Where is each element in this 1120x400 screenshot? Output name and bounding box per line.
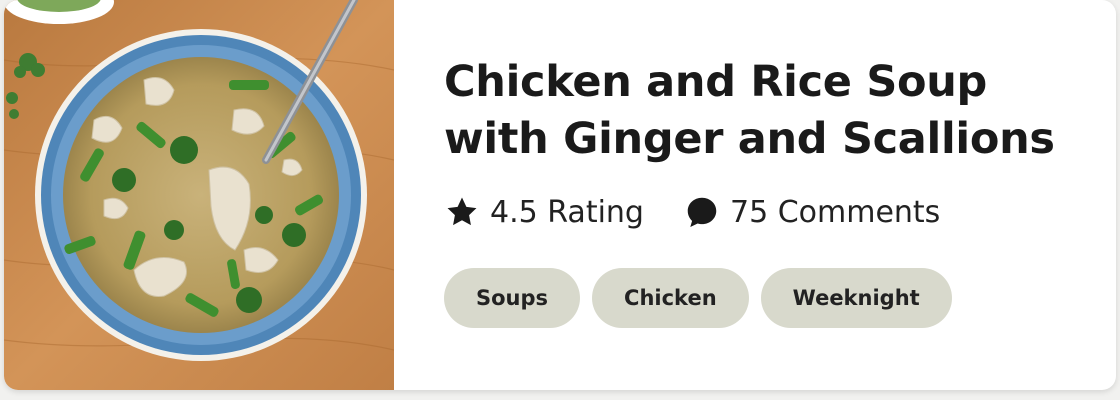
recipe-meta: 4.5 Rating 75 Comments bbox=[444, 192, 1076, 232]
soup-bowl-image bbox=[4, 0, 394, 390]
rating-text: 4.5 Rating bbox=[490, 194, 644, 230]
recipe-details: Chicken and Rice Soup with Ginger and Sc… bbox=[444, 54, 1076, 328]
title-line-1: Chicken and Rice Soup bbox=[444, 57, 988, 107]
recipe-card[interactable]: Chicken and Rice Soup with Ginger and Sc… bbox=[4, 0, 1116, 390]
tag-chicken[interactable]: Chicken bbox=[592, 268, 749, 328]
comments[interactable]: 75 Comments bbox=[684, 194, 940, 230]
tag-list: Soups Chicken Weeknight bbox=[444, 268, 1076, 328]
recipe-title[interactable]: Chicken and Rice Soup with Ginger and Sc… bbox=[444, 54, 1076, 168]
rating[interactable]: 4.5 Rating bbox=[444, 194, 644, 230]
tag-weeknight[interactable]: Weeknight bbox=[760, 268, 952, 328]
comments-text: 75 Comments bbox=[729, 194, 941, 230]
recipe-photo[interactable] bbox=[4, 0, 394, 390]
title-line-2: with Ginger and Scallions bbox=[444, 114, 1055, 164]
tag-soups[interactable]: Soups bbox=[444, 268, 581, 328]
speech-bubble-icon bbox=[684, 194, 720, 230]
star-icon bbox=[444, 194, 480, 230]
